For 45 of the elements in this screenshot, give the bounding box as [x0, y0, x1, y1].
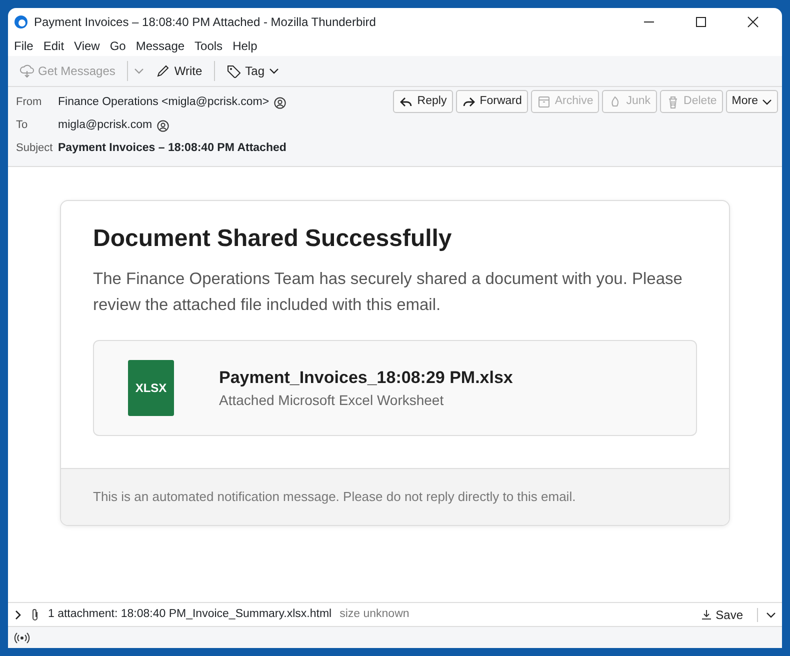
file-description: Attached Microsoft Excel Worksheet — [219, 391, 445, 410]
spreadsheet-file-icon: XLSX — [128, 360, 174, 416]
download-icon — [700, 609, 712, 620]
reply-button[interactable]: Reply — [393, 90, 453, 114]
attachment-size: size unknown — [340, 606, 410, 622]
expand-icon[interactable] — [14, 610, 22, 620]
caret-icon — [762, 98, 772, 106]
online-status-icon[interactable] — [14, 632, 30, 644]
reply-icon — [399, 94, 414, 109]
menu-item[interactable]: Tools — [194, 37, 223, 55]
contact-icon[interactable] — [274, 96, 286, 108]
message-footer: This is an automated notification message. Please do not reply directly to this email. — [61, 468, 729, 526]
message-text: The Finance Operations Team has securely shared a document with you. Please review the attached file included with this email. — [93, 268, 684, 316]
menu-item[interactable]: Message — [136, 37, 185, 55]
more-button[interactable]: More — [726, 90, 778, 114]
menu-item[interactable]: Help — [232, 37, 258, 55]
write-button[interactable]: Write — [150, 60, 208, 82]
save-button[interactable]: Save — [694, 604, 749, 626]
tag-icon — [227, 64, 242, 78]
attachment-summary[interactable]: 1 attachment: 18:08:40 PM_Invoice_Summary.xlsx.html — [48, 606, 332, 624]
header-value: Payment Invoices – 18:08:40 PM Attached — [58, 140, 286, 156]
header-label: To — [16, 118, 29, 134]
menu-item[interactable]: File — [14, 37, 34, 55]
paperclip-icon — [30, 608, 40, 622]
menu-item[interactable]: Edit — [43, 37, 64, 55]
header-value[interactable]: Finance Operations <migla@pcrisk.com> — [58, 94, 270, 112]
app-logo-icon — [14, 15, 28, 29]
forward-button[interactable]: Forward — [456, 90, 528, 114]
header-value[interactable]: migla@pcrisk.com — [58, 116, 152, 134]
contact-icon[interactable] — [157, 120, 170, 132]
menu-item[interactable]: Go — [110, 37, 126, 55]
menu-item[interactable]: View — [74, 37, 100, 55]
archive-icon — [536, 94, 551, 109]
dropdown-icon[interactable] — [134, 67, 144, 75]
file-name: Payment_Invoices_18:08:29 PM.xlsx — [219, 366, 513, 389]
pencil-icon — [156, 64, 170, 78]
tag-button[interactable]: Tag — [221, 60, 285, 82]
message-heading: Document Shared Successfully — [93, 225, 453, 254]
caret-icon[interactable] — [766, 610, 776, 618]
header-label: From — [16, 95, 43, 110]
forward-icon — [462, 94, 476, 109]
cloud-download-icon — [20, 64, 34, 78]
caret-icon — [268, 67, 279, 75]
window-title: Payment Invoices – 18:08:40 PM Attached - Mozilla Thunderbird — [34, 14, 376, 31]
header-label: Subject — [16, 141, 54, 156]
